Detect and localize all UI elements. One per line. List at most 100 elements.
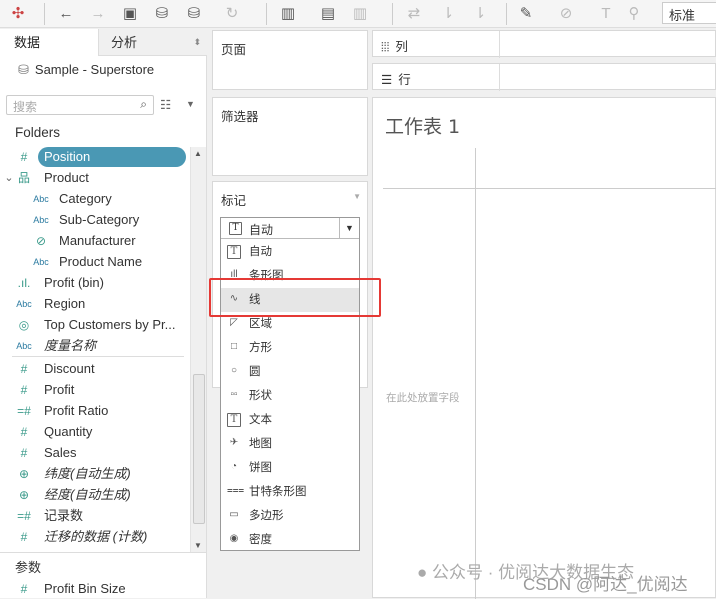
refresh-icon[interactable]: ↻ — [222, 4, 242, 24]
field-quantity[interactable]: # Quantity — [0, 422, 190, 442]
hierarchy-icon: 品 — [17, 171, 30, 185]
mark-option-label: 文本 — [249, 414, 272, 426]
save-icon[interactable]: ▣ — [120, 4, 140, 24]
annotate-icon[interactable]: ⊘ — [556, 4, 576, 24]
columns-shelf[interactable]: ⦙⦙⦙ 列 — [372, 30, 716, 58]
mark-option-T[interactable]: T 自动 — [221, 240, 359, 264]
mark-option-polygon[interactable]: ▭ 多边形 — [221, 504, 359, 528]
clear-sheet-icon[interactable]: ▥ — [350, 4, 370, 24]
field-region[interactable]: Abc Region — [0, 294, 190, 314]
field--[interactable]: =# 记录数 — [0, 506, 190, 526]
field-product[interactable]: ⌄ 品 Product — [0, 168, 190, 188]
text-mark-icon: T — [229, 222, 242, 235]
field-sales[interactable]: # Sales — [0, 443, 190, 463]
search-input[interactable]: 搜索 ⌕ — [6, 95, 154, 115]
field-profit[interactable]: # Profit — [0, 380, 190, 400]
database-icon: ⛁ — [18, 62, 29, 77]
field--[interactable]: ⊕ 经度(自动生成) — [0, 485, 190, 505]
data-pane: 数据 分析 ⬍ ⛁ Sample - Superstore 搜索 ⌕ ☷ ▼ Fold… — [0, 29, 207, 598]
list-view-icon[interactable]: ☷ — [160, 97, 171, 112]
sort-desc-icon[interactable]: ⇂ — [470, 4, 490, 24]
tab-analysis-label: 分析 — [111, 35, 138, 50]
field--[interactable]: Abc 度量名称 — [0, 336, 190, 356]
mark-option-label: 方形 — [249, 342, 272, 354]
pause-updates-icon[interactable]: ⛁ — [184, 4, 204, 24]
forward-icon[interactable]: → — [88, 4, 108, 24]
circle-icon: ○ — [230, 365, 238, 376]
menu-chevron-down-icon[interactable]: ▼ — [186, 99, 195, 109]
mark-option-circle[interactable]: ○ 圆 — [221, 360, 359, 384]
field-profit-ratio[interactable]: =# Profit Ratio — [0, 401, 190, 421]
scroll-up-icon[interactable]: ▲ — [194, 149, 202, 158]
field-label: 经度(自动生成) — [44, 487, 131, 502]
swap-icon[interactable]: ⇄ — [404, 4, 424, 24]
field-position[interactable]: # Position — [0, 147, 190, 167]
field-product-name[interactable]: Abc Product Name — [0, 252, 190, 272]
wechat-icon: ● — [417, 563, 428, 582]
number-icon: =# — [17, 509, 31, 523]
highlight-icon[interactable]: ✎ — [516, 4, 536, 24]
bin-icon: .ıl. — [17, 276, 31, 290]
rows-shelf[interactable]: ☰ 行 — [372, 63, 716, 91]
field-top-customers-by-pr-[interactable]: ◎ Top Customers by Pr... — [0, 315, 190, 335]
new-worksheet-icon[interactable]: ▥ — [278, 4, 298, 24]
tableau-logo-icon[interactable]: ✣ — [8, 4, 28, 24]
scroll-down-icon[interactable]: ▼ — [194, 541, 202, 550]
filters-card[interactable]: 筛选器 — [212, 97, 368, 176]
mark-option-T[interactable]: T 文本 — [221, 408, 359, 432]
tab-data[interactable]: 数据 — [0, 29, 98, 56]
divider — [0, 552, 207, 553]
field-sub-category[interactable]: Abc Sub-Category — [0, 210, 190, 230]
field-manufacturer[interactable]: ⊘ Manufacturer — [0, 231, 190, 251]
field-label: Position — [38, 147, 186, 167]
pages-card[interactable]: 页面 — [212, 30, 368, 90]
selected-mark-type: 自动 — [249, 223, 274, 237]
number-icon: # — [20, 150, 28, 164]
field-label: Discount — [44, 361, 95, 376]
pin-icon[interactable]: ⚲ — [624, 4, 644, 24]
marks-chevron-icon[interactable]: ▼ — [353, 192, 361, 201]
field-discount[interactable]: # Discount — [0, 359, 190, 379]
datasource-item[interactable]: ⛁ Sample - Superstore — [18, 62, 154, 78]
mark-option-map[interactable]: ✈ 地图 — [221, 432, 359, 456]
mark-option-label: 地图 — [249, 438, 272, 450]
divider — [12, 356, 184, 357]
shapes-icon: ▫▫ — [230, 389, 238, 400]
mark-option-pie[interactable]: ◔ 饼图 — [221, 456, 359, 480]
view-size-select[interactable]: 标准 — [662, 2, 716, 24]
pages-label: 页面 — [221, 43, 247, 57]
mark-type-select[interactable]: T 自动 ▼ — [221, 218, 359, 239]
mark-option-gantt[interactable]: ⩶ 甘特条形图 — [221, 480, 359, 504]
field-profit-bin-size[interactable]: # Profit Bin Size — [0, 579, 190, 599]
area-icon: ◸ — [230, 317, 238, 328]
scrollbar[interactable]: ▲ ▼ — [190, 147, 206, 552]
map-icon: ✈ — [229, 437, 239, 448]
field--[interactable]: ⊕ 纬度(自动生成) — [0, 464, 190, 484]
grid-line — [383, 188, 716, 189]
sort-asc-icon[interactable]: ⇂ — [438, 4, 458, 24]
mark-option-square[interactable]: □ 方形 — [221, 336, 359, 360]
mark-type-dropdown[interactable]: T 自动 ▼ T 自动 ıll 条形图 ∿ 线 ◸ 区域 □ 方形 ○ 圆 ▫▫ 形状 T 文本 ✈ 地图 ◔ 饼图 ⩶… — [220, 217, 360, 551]
mark-option-density[interactable]: ◉ 密度 — [221, 528, 359, 552]
globe-icon: ⊕ — [18, 488, 30, 502]
number-icon: # — [20, 446, 28, 460]
field--[interactable]: # 迁移的数据 (计数) — [0, 527, 190, 547]
chevron-down-icon[interactable]: ▼ — [339, 218, 359, 238]
drop-field-hint: 在此处放置字段 — [386, 392, 460, 404]
back-icon[interactable]: ← — [56, 4, 76, 24]
field-label: Category — [59, 191, 112, 206]
scroll-thumb[interactable] — [193, 374, 205, 524]
field-profit-bin-[interactable]: .ıl. Profit (bin) — [0, 273, 190, 293]
new-datasource-icon[interactable]: ⛁ — [152, 4, 172, 24]
T-icon: T — [227, 413, 241, 427]
field-category[interactable]: Abc Category — [0, 189, 190, 209]
paperclip-icon: ⊘ — [35, 234, 47, 248]
label-icon[interactable]: T — [596, 4, 616, 24]
mark-option-shapes[interactable]: ▫▫ 形状 — [221, 384, 359, 408]
number-icon: # — [20, 383, 28, 397]
mark-option-label: 圆 — [249, 366, 261, 378]
worksheet-canvas[interactable]: 工作表 1 在此处放置字段 ● 公众号 · 优阅达大数据生态 CSDN @阿达_… — [372, 97, 716, 599]
watermark-line2: CSDN @阿达_优阅达 — [523, 575, 688, 594]
duplicate-sheet-icon[interactable]: ▤ — [318, 4, 338, 24]
tab-analysis[interactable]: 分析 ⬍ — [98, 29, 207, 56]
